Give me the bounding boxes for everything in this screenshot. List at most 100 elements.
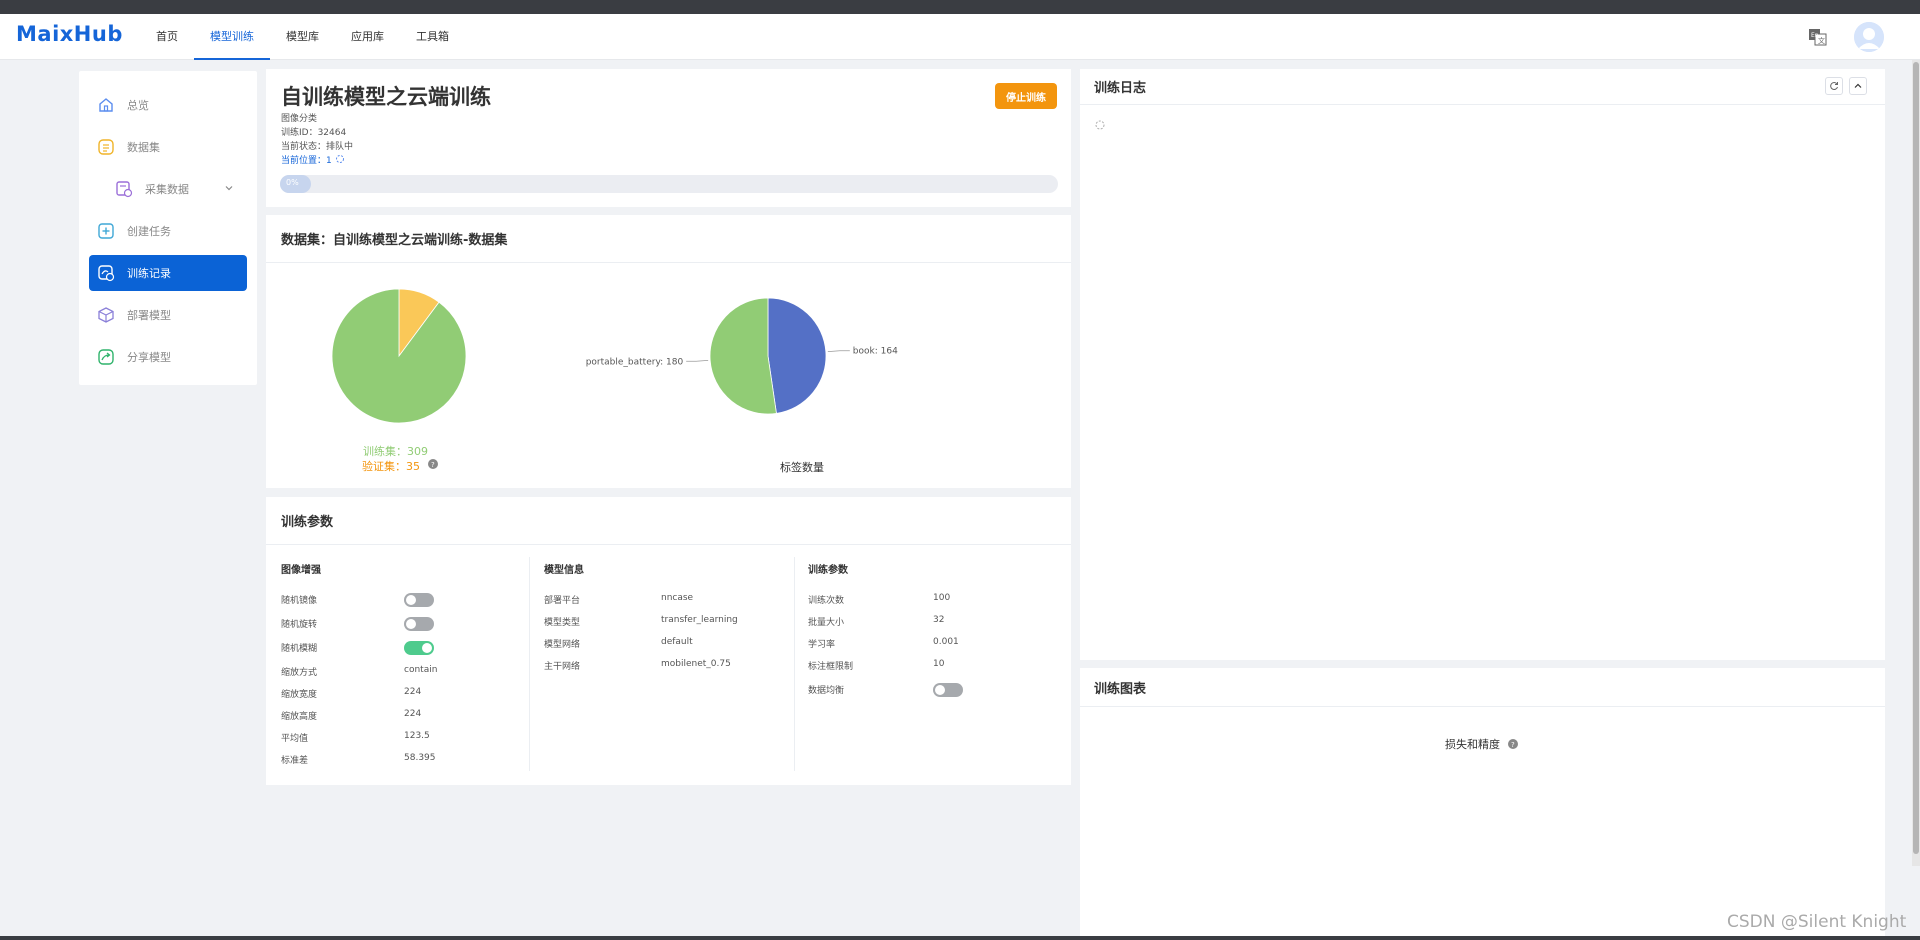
- user-avatar-icon[interactable]: [1854, 22, 1884, 52]
- pie-slice-book: [767, 297, 827, 414]
- loading-spinner-icon: [335, 155, 345, 166]
- val-count-legend: 验证集：35 ?: [362, 458, 438, 474]
- deploy-icon: [97, 306, 115, 324]
- help-icon[interactable]: ?: [427, 459, 438, 473]
- stop-training-button[interactable]: 停止训练: [995, 83, 1057, 109]
- column-divider: [529, 557, 530, 771]
- share-icon: [97, 348, 115, 366]
- dataset-icon: [97, 138, 115, 156]
- val-count-text: 验证集：35: [362, 460, 420, 473]
- param-label: 批量大小: [808, 618, 845, 628]
- random-mirror-toggle[interactable]: [404, 593, 434, 607]
- help-icon[interactable]: ?: [1507, 738, 1518, 751]
- training-id: 训练ID：32464: [281, 128, 347, 138]
- sidebar-item-train-records[interactable]: 训练记录: [89, 255, 247, 291]
- browser-bottom-strip: [0, 936, 1920, 940]
- scrollbar-thumb[interactable]: [1913, 62, 1919, 854]
- collect-data-icon: [115, 180, 133, 198]
- param-value: 224: [404, 687, 422, 697]
- param-value: 224: [404, 709, 422, 719]
- training-log-card: 训练日志: [1080, 69, 1885, 660]
- translate-icon[interactable]: En 文: [1808, 28, 1828, 46]
- sidebar-item-overview[interactable]: 总览: [89, 87, 247, 123]
- nav-home[interactable]: 首页: [140, 14, 194, 60]
- training-title: 自训练模型之云端训练: [281, 85, 491, 109]
- param-label: 随机镜像: [281, 596, 318, 606]
- chevron-up-icon: [1854, 83, 1862, 88]
- data-balance-toggle[interactable]: [933, 683, 963, 697]
- pie-data-label: portable_battery: 180: [586, 357, 684, 367]
- card-divider: [266, 262, 1071, 263]
- nav-toolbox[interactable]: 工具箱: [400, 14, 465, 60]
- sidebar-item-share-model[interactable]: 分享模型: [89, 339, 247, 375]
- loss-accuracy-text: 损失和精度: [1445, 738, 1500, 751]
- card-divider: [266, 544, 1071, 545]
- param-label: 学习率: [808, 640, 836, 650]
- queue-position-text: 当前位置：1: [281, 156, 332, 166]
- sidebar-item-collect-data[interactable]: 采集数据: [89, 171, 247, 207]
- refresh-button[interactable]: [1825, 77, 1843, 95]
- chevron-down-icon[interactable]: [223, 182, 235, 194]
- pie-label-line: [686, 359, 709, 362]
- param-value: 100: [933, 593, 951, 603]
- sidebar-item-dataset[interactable]: 数据集: [89, 129, 247, 165]
- random-blur-toggle[interactable]: [404, 641, 434, 655]
- training-params-card: 训练参数 图像增强 随机镜像 随机旋转 随机模糊 缩放方式 contain 缩放…: [266, 497, 1071, 785]
- nav-app-library[interactable]: 应用库: [335, 14, 400, 60]
- sidebar-item-create-task[interactable]: 创建任务: [89, 213, 247, 249]
- augment-heading: 图像增强: [281, 565, 321, 576]
- random-rotate-toggle[interactable]: [404, 617, 434, 631]
- param-label: 随机模糊: [281, 644, 318, 654]
- param-value: mobilenet_0.75: [661, 659, 731, 669]
- param-value: 58.395: [404, 753, 436, 763]
- training-charts-card: 训练图表 损失和精度 ?: [1080, 668, 1885, 936]
- column-divider: [794, 557, 795, 771]
- nav-model-library[interactable]: 模型库: [270, 14, 335, 60]
- param-label: 平均值: [281, 734, 309, 744]
- card-divider: [1080, 104, 1885, 105]
- svg-text:?: ?: [1511, 741, 1515, 749]
- pie-label-line: [827, 350, 850, 353]
- collapse-button[interactable]: [1849, 77, 1867, 95]
- sidebar-item-label: 部署模型: [127, 309, 171, 322]
- model-info-heading: 模型信息: [544, 565, 584, 576]
- refresh-icon: [1830, 82, 1838, 91]
- train-count-legend: 训练集：309: [363, 445, 428, 458]
- param-label: 随机旋转: [281, 620, 318, 630]
- sidebar: 总览 数据集 采集数据 创建任务 训练记录 部署模型 分享模型: [79, 71, 257, 385]
- training-info-card: 自训练模型之云端训练 停止训练 图像分类 训练ID：32464 当前状态：排队中…: [266, 69, 1071, 207]
- sidebar-item-label: 总览: [127, 99, 149, 112]
- training-status: 当前状态：排队中: [281, 142, 354, 152]
- pie-data-label: book: 164: [853, 347, 898, 357]
- training-progress-bar: 0%: [280, 175, 1058, 193]
- param-value: default: [661, 637, 693, 647]
- training-type: 图像分类: [281, 114, 318, 124]
- param-label: 标注框限制: [808, 662, 854, 672]
- param-label: 缩放高度: [281, 712, 318, 722]
- create-task-icon: [97, 222, 115, 240]
- charts-title: 训练图表: [1094, 682, 1147, 697]
- pie-slice-portable_battery: [709, 297, 777, 415]
- param-value: transfer_learning: [661, 615, 738, 625]
- sidebar-item-deploy-model[interactable]: 部署模型: [89, 297, 247, 333]
- log-title: 训练日志: [1094, 81, 1147, 96]
- top-header: MaixHub 首页 模型训练 模型库 应用库 工具箱 En 文: [0, 14, 1920, 60]
- main-nav: 首页 模型训练 模型库 应用库 工具箱: [140, 14, 465, 60]
- split-pie-chart: [331, 288, 467, 424]
- dataset-title: 数据集：自训练模型之云端训练-数据集: [281, 233, 508, 248]
- param-value: 123.5: [404, 731, 430, 741]
- nav-model-training[interactable]: 模型训练: [194, 14, 270, 60]
- card-divider: [1080, 706, 1885, 707]
- maixhub-logo[interactable]: MaixHub: [16, 22, 123, 46]
- page-scrollbar[interactable]: [1912, 60, 1920, 866]
- param-label: 部署平台: [544, 596, 581, 606]
- loss-accuracy-label: 损失和精度 ?: [1445, 736, 1518, 752]
- param-label: 训练次数: [808, 596, 845, 606]
- param-label: 缩放方式: [281, 668, 318, 678]
- param-label: 模型类型: [544, 618, 581, 628]
- param-value: contain: [404, 665, 438, 675]
- param-label: 标准差: [281, 756, 309, 766]
- sidebar-item-label: 训练记录: [127, 267, 171, 280]
- home-icon: [97, 96, 115, 114]
- label-count-caption: 标签数量: [780, 461, 824, 474]
